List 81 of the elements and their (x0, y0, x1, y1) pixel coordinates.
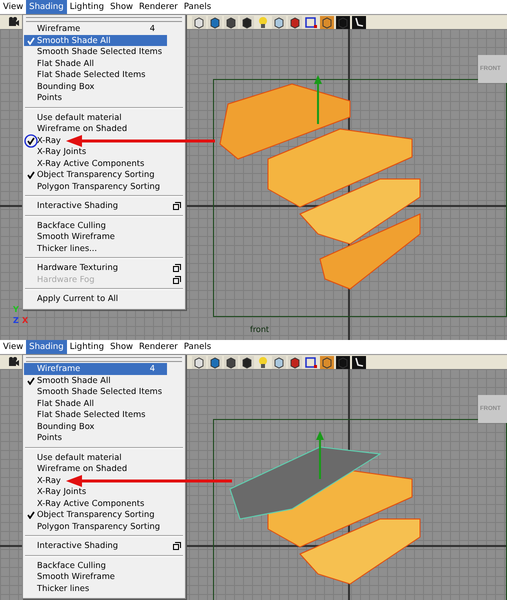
menu-title[interactable]: Panels (180, 0, 214, 14)
menu-item[interactable]: Thicker lines (24, 582, 167, 594)
wire-cube-icon[interactable] (192, 16, 206, 28)
textured-cube-icon[interactable] (240, 356, 254, 368)
axis-label: Z (13, 316, 19, 325)
camera-label: front (250, 325, 270, 334)
camera-icon[interactable] (8, 16, 20, 28)
wire-cube-icon[interactable] (192, 356, 206, 368)
solid-cube-icon[interactable] (224, 356, 238, 368)
menu-item[interactable]: Hardware Texturing (24, 262, 167, 274)
menu-item[interactable]: Flat Shade All (24, 58, 167, 69)
menu-title[interactable]: Renderer (136, 0, 181, 14)
material-cube-icon[interactable] (288, 356, 302, 368)
menu-title[interactable]: View (0, 340, 26, 354)
menu-item[interactable]: Apply Current to All (24, 293, 167, 304)
bone-icon[interactable] (352, 16, 366, 28)
option-box-icon[interactable] (173, 202, 181, 210)
menu-title[interactable]: View (0, 0, 26, 14)
light-bulb-icon[interactable] (256, 356, 270, 368)
shaded-cube-icon[interactable] (208, 16, 222, 28)
frame-icon[interactable] (304, 356, 318, 368)
frame-icon[interactable] (304, 16, 318, 28)
menu-item[interactable]: Bounding Box (24, 80, 167, 92)
menu-item[interactable]: Smooth Shade Selected Items (24, 386, 167, 398)
menu-title[interactable]: Shading (26, 340, 67, 354)
menu-title[interactable]: Lighting (66, 0, 108, 14)
solid-cube-icon[interactable] (224, 16, 238, 28)
menu-item[interactable]: Backface Culling (24, 220, 167, 231)
axis-label: Y (13, 305, 19, 314)
menu-item[interactable]: Thicker lines... (24, 242, 167, 254)
menu-item[interactable]: Smooth Shade Selected Items (24, 46, 167, 58)
lit-cube-icon[interactable] (272, 356, 286, 368)
option-box-icon[interactable] (173, 264, 181, 272)
menu-item[interactable]: Interactive Shading (24, 200, 167, 212)
menu-item[interactable]: Backface Culling (24, 560, 167, 571)
menu-item[interactable]: Points (24, 432, 167, 444)
menu-item[interactable]: Flat Shade All (24, 398, 167, 409)
menu-item[interactable]: Smooth Wireframe (24, 571, 167, 582)
menu-item[interactable]: Points (24, 92, 167, 104)
menu-item[interactable]: Smooth Shade All (24, 34, 167, 46)
shaded-cube-icon[interactable] (208, 356, 222, 368)
menu-title[interactable]: Show (107, 340, 136, 354)
menu-title[interactable]: Shading (26, 0, 67, 14)
menu-title[interactable]: Lighting (66, 340, 108, 354)
menu-item[interactable]: Wireframe on Shaded (24, 463, 167, 474)
menu-item[interactable]: Wireframe 4 (24, 363, 167, 374)
bone-icon[interactable] (352, 356, 366, 368)
menu-item[interactable]: Wireframe on Shaded (24, 123, 167, 134)
camera-icon[interactable] (8, 356, 20, 368)
menu-item[interactable]: Wireframe 4 (24, 23, 167, 34)
option-box-icon[interactable] (173, 542, 181, 550)
light-bulb-icon[interactable] (256, 16, 270, 28)
menu-item[interactable]: X-Ray (24, 474, 167, 486)
menu-item[interactable]: X-Ray Joints (24, 486, 167, 498)
menu-item[interactable]: Smooth Shade All (24, 374, 167, 386)
menu-item[interactable]: Smooth Wireframe (24, 231, 167, 242)
menu-item[interactable]: Use default material (24, 112, 167, 123)
menu-item[interactable]: Bounding Box (24, 420, 167, 432)
lit-cube-icon[interactable] (272, 16, 286, 28)
axis-label: X (22, 316, 28, 325)
menu-item[interactable]: Use default material (24, 452, 167, 463)
menu-title[interactable]: Show (107, 0, 136, 14)
wire-frame-icon[interactable] (336, 356, 350, 368)
menu-title[interactable]: Renderer (136, 340, 181, 354)
menu-item[interactable]: X-Ray Active Components (24, 498, 167, 509)
menu-item[interactable]: Object Transparency Sorting (24, 169, 167, 180)
menu-item[interactable]: Polygon Transparency Sorting (24, 520, 167, 532)
xray-cube-icon[interactable] (320, 356, 334, 368)
menu-item[interactable]: Polygon Transparency Sorting (24, 180, 167, 192)
textured-cube-icon[interactable] (240, 16, 254, 28)
menu-item[interactable]: Flat Shade Selected Items (24, 69, 167, 80)
xray-cube-icon[interactable] (320, 16, 334, 28)
menu-item[interactable]: X-Ray Active Components (24, 158, 167, 169)
menu-title[interactable]: Panels (180, 340, 214, 354)
menu-item[interactable]: Interactive Shading (24, 540, 167, 552)
menu-item[interactable]: Object Transparency Sorting (24, 509, 167, 520)
wire-frame-icon[interactable] (336, 16, 350, 28)
material-cube-icon[interactable] (288, 16, 302, 28)
menu-item[interactable]: Flat Shade Selected Items (24, 409, 167, 420)
menu-item[interactable]: X-Ray Joints (24, 146, 167, 158)
menu-item[interactable]: X-Ray (24, 134, 167, 146)
